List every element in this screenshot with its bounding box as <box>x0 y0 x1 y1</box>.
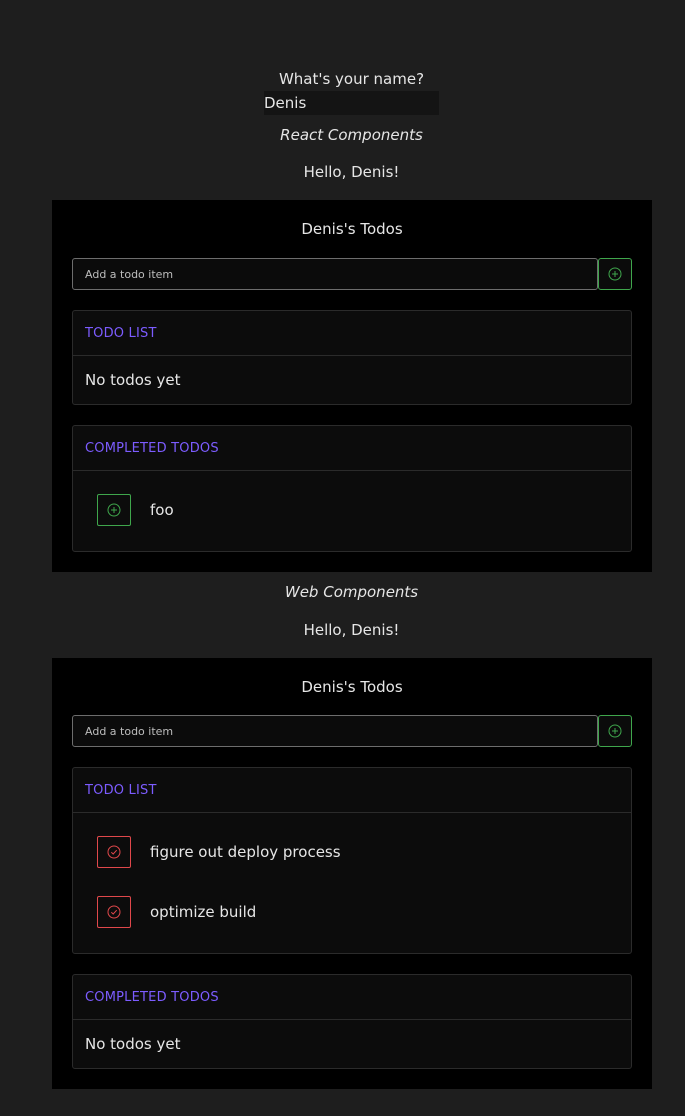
plus-circle-icon <box>107 503 121 517</box>
add-todo-row <box>72 715 632 747</box>
todo-list-header: TODO LIST <box>73 311 631 356</box>
add-todo-input[interactable] <box>72 258 598 290</box>
todo-list-card: TODO LIST No todos yet <box>72 310 632 405</box>
complete-todo-button[interactable] <box>97 896 131 928</box>
todo-list-items: figure out deploy process optimize build <box>73 813 631 955</box>
section-title-react: React Components <box>280 126 423 144</box>
panel-title: Denis's Todos <box>301 678 403 696</box>
section-title-web: Web Components <box>284 583 419 601</box>
add-todo-input[interactable] <box>72 715 598 747</box>
completed-todos-header: COMPLETED TODOS <box>73 975 631 1020</box>
todo-item-text: foo <box>150 501 174 519</box>
completed-todos-card: COMPLETED TODOS No todos yet <box>72 974 632 1069</box>
list-item: foo <box>73 481 631 541</box>
add-todo-button[interactable] <box>598 715 632 747</box>
restore-todo-button[interactable] <box>97 494 131 526</box>
list-item: figure out deploy process <box>73 823 631 883</box>
check-circle-icon <box>107 845 121 859</box>
completed-todos-header: COMPLETED TODOS <box>73 426 631 471</box>
todo-list-empty: No todos yet <box>85 371 181 389</box>
plus-circle-icon <box>608 267 622 281</box>
plus-circle-icon <box>608 724 622 738</box>
check-circle-icon <box>107 905 121 919</box>
completed-todos-card: COMPLETED TODOS foo <box>72 425 632 552</box>
name-input[interactable] <box>264 91 439 115</box>
hello-greeting-web: Hello, Denis! <box>303 621 400 639</box>
complete-todo-button[interactable] <box>97 836 131 868</box>
add-todo-row <box>72 258 632 290</box>
todo-list-card: TODO LIST figure out deploy process opti… <box>72 767 632 954</box>
todo-item-text: figure out deploy process <box>150 843 341 861</box>
hello-greeting-react: Hello, Denis! <box>303 163 400 181</box>
todo-item-text: optimize build <box>150 903 257 921</box>
name-prompt-label: What's your name? <box>278 70 425 88</box>
todo-list-header: TODO LIST <box>73 768 631 813</box>
todos-panel-web: Denis's Todos TODO LIST figure out deplo… <box>52 658 652 1089</box>
list-item: optimize build <box>73 883 631 943</box>
completed-todos-list: foo <box>73 471 631 553</box>
panel-title: Denis's Todos <box>301 220 403 238</box>
todos-panel-react: Denis's Todos TODO LIST No todos yet COM… <box>52 200 652 572</box>
add-todo-button[interactable] <box>598 258 632 290</box>
completed-todos-empty: No todos yet <box>85 1035 181 1053</box>
